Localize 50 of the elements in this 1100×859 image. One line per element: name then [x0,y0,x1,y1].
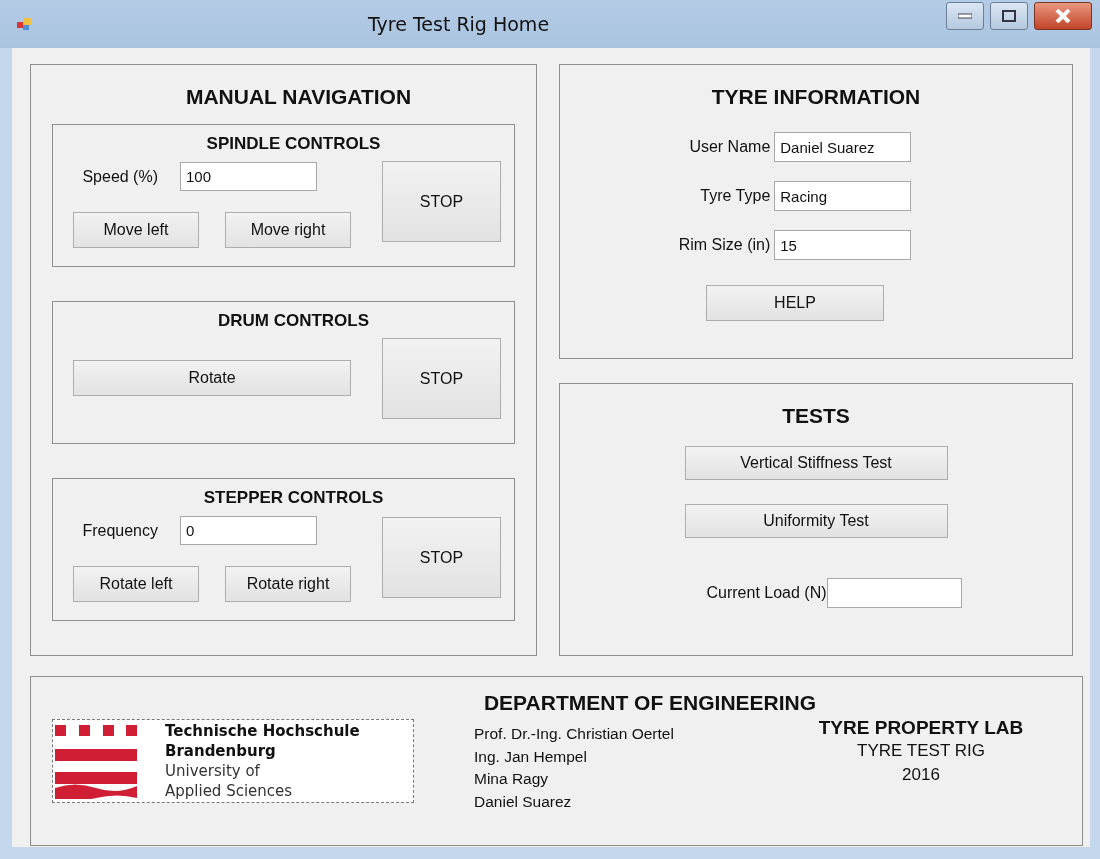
department-title: DEPARTMENT OF ENGINEERING [482,691,818,715]
credit-name: Ing. Jan Hempel [474,746,588,767]
input-field[interactable]: 15 [774,230,912,260]
logo-stripes-icon [55,723,137,799]
close-icon [1054,9,1072,23]
input-field[interactable]: 100 [180,162,317,191]
stop-button[interactable]: STOP [382,517,501,598]
app-icon [17,18,31,30]
credit-name: Daniel Suarez [474,791,573,812]
move-button[interactable]: Move right [225,212,351,248]
window-title: Tyre Test Rig Home [366,13,551,35]
input-field[interactable] [826,578,962,608]
move-button[interactable]: Move left [73,212,199,248]
panel-title: MANUAL NAVIGATION [184,85,413,109]
lab-title: TYRE PROPERTY LAB [817,717,1025,739]
group-title: STEPPER CONTROLS [202,488,385,508]
stop-button[interactable]: STOP [382,161,501,242]
rotate-button[interactable]: Rotate [73,360,351,396]
logo-text: Brandenburg [165,741,277,761]
move-button[interactable]: Rotate right [225,566,351,602]
field-label: Frequency [81,521,159,540]
maximize-icon [1002,10,1016,22]
field-label: User Name [688,138,771,156]
lab-subtitle: TYRE TEST RIG [856,740,986,762]
credit-name: Mina Ragy [474,769,550,789]
field-label: Speed (%) [81,167,159,186]
field-label: Current Load (N) [706,584,827,602]
minimize-icon [958,13,972,19]
logo-text: Technische Hochschule [165,721,360,741]
help-button[interactable]: HELP [706,285,884,321]
logo-text: Applied Sciences [165,781,294,801]
panel-title: TYRE INFORMATION [711,85,921,109]
stop-button[interactable]: STOP [382,338,501,419]
field-label: Rim Size (in) [678,236,771,254]
input-field[interactable]: 0 [180,516,317,545]
test-button[interactable]: Vertical Stiffness Test [684,446,948,480]
maximize-button[interactable] [990,2,1028,30]
move-button[interactable]: Rotate left [73,566,199,602]
input-field[interactable]: Racing [774,181,912,211]
close-button[interactable] [1034,2,1092,30]
panel-title: TESTS [782,404,850,428]
test-button[interactable]: Uniformity Test [684,504,948,538]
input-field[interactable]: Daniel Suarez [774,132,912,162]
credit-name: Prof. Dr.-Ing. Christian Oertel [474,724,675,744]
field-label: Tyre Type [699,187,771,205]
group-title: DRUM CONTROLS [216,311,371,331]
minimize-button[interactable] [946,2,984,30]
group-title: SPINDLE CONTROLS [205,134,382,154]
year-text: 2016 [901,764,941,786]
logo-text: University of [165,761,261,781]
